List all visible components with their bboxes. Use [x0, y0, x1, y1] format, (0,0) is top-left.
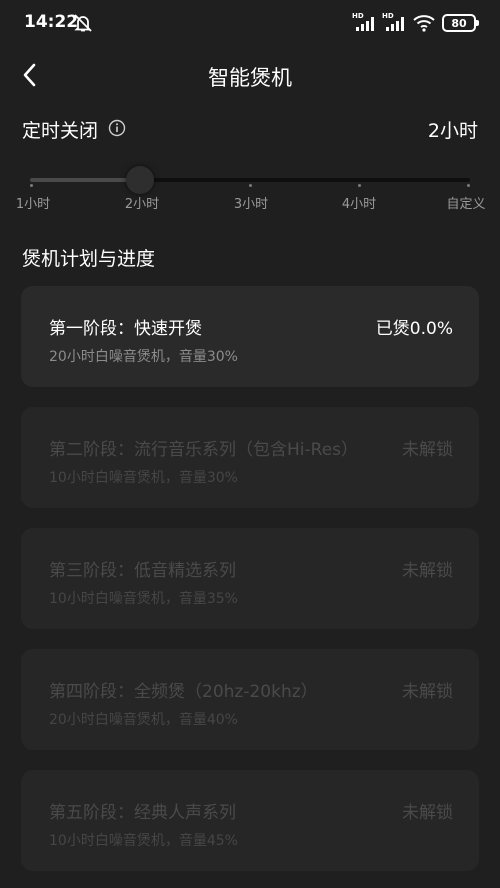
page-title: 智能煲机: [208, 66, 292, 90]
stage-card-3[interactable]: 第三阶段：低音精选系列 10小时白噪音煲机，音量35% 未解锁: [21, 528, 479, 629]
stage-name: 第五阶段：经典人声系列: [49, 803, 236, 823]
tick-label-3h[interactable]: 3小时: [234, 193, 268, 212]
cell-signal-icon: HD: [352, 12, 376, 32]
tick-label-1h[interactable]: 1小时: [16, 193, 50, 212]
slider-tick: [30, 184, 33, 187]
stage-name: 第一阶段：快速开煲: [49, 319, 202, 339]
wifi-icon: [413, 15, 435, 32]
status-bar: 14:22 HD HD 80: [0, 0, 500, 48]
stage-card-1[interactable]: 第一阶段：快速开煲 20小时白噪音煲机，音量30% 已煲0.0%: [21, 286, 479, 387]
tick-label-4h[interactable]: 4小时: [342, 193, 376, 212]
timer-row: 定时关闭 2小时: [22, 114, 478, 144]
stage-desc: 10小时白噪音煲机，音量30%: [49, 470, 238, 486]
tick-label-2h[interactable]: 2小时: [125, 193, 159, 212]
bell-off-icon: [74, 14, 92, 32]
tick-label-custom[interactable]: 自定义: [446, 193, 485, 212]
stage-desc: 10小时白噪音煲机，音量45%: [49, 833, 238, 849]
stage-desc: 20小时白噪音煲机，音量30%: [49, 349, 238, 365]
slider-tick: [358, 184, 361, 187]
timer-slider[interactable]: [30, 166, 470, 194]
stage-card-5[interactable]: 第五阶段：经典人声系列 10小时白噪音煲机，音量45% 未解锁: [21, 770, 479, 871]
cell-signal-icon: HD: [382, 12, 406, 32]
slider-fill: [30, 178, 140, 182]
slider-tick: [249, 184, 252, 187]
stage-status: 未解锁: [402, 682, 453, 702]
info-circle-icon[interactable]: [108, 119, 126, 137]
slider-thumb[interactable]: [126, 166, 154, 194]
stage-desc: 10小时白噪音煲机，音量35%: [49, 591, 238, 607]
slider-tick: [467, 184, 470, 187]
battery-level: 80: [451, 16, 467, 30]
slider-tick-labels: 1小时 2小时 3小时 4小时 自定义: [0, 193, 500, 213]
timer-value: 2小时: [427, 120, 478, 142]
stage-card-2[interactable]: 第二阶段：流行音乐系列（包含Hi-Res） 10小时白噪音煲机，音量30% 未解…: [21, 407, 479, 508]
status-time: 14:22: [24, 12, 79, 32]
stage-desc: 20小时白噪音煲机，音量40%: [49, 712, 238, 728]
stage-status: 未解锁: [402, 440, 453, 460]
stage-status: 未解锁: [402, 803, 453, 823]
status-icons: HD HD 80: [352, 12, 479, 34]
timer-label: 定时关闭: [22, 120, 99, 142]
stage-status: 未解锁: [402, 561, 453, 581]
battery-icon: 80: [442, 14, 479, 32]
stage-name: 第三阶段：低音精选系列: [49, 561, 236, 581]
stage-name: 第四阶段：全频煲（20hz-20khz）: [49, 682, 318, 702]
app-header: 智能煲机: [0, 50, 500, 100]
stage-card-4[interactable]: 第四阶段：全频煲（20hz-20khz） 20小时白噪音煲机，音量40% 未解锁: [21, 649, 479, 750]
stage-name: 第二阶段：流行音乐系列（包含Hi-Res）: [49, 440, 359, 460]
stage-status: 已煲0.0%: [375, 319, 453, 339]
plan-section-title: 煲机计划与进度: [22, 248, 156, 270]
